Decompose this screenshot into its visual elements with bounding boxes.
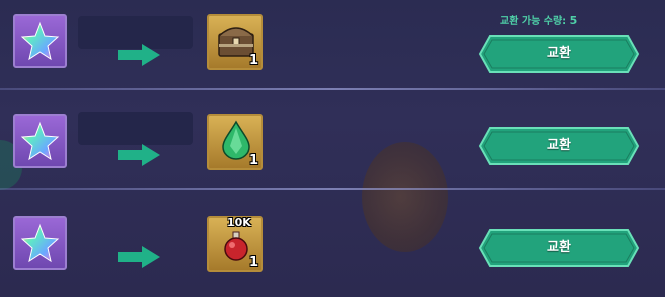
exchange-button[interactable]: 교환 <box>478 126 640 166</box>
exchange-button-label: 교환 <box>547 138 571 153</box>
exchange-button[interactable]: 교환 <box>478 34 640 74</box>
reward-item-slot: 1 <box>207 14 263 70</box>
exchange-button-label: 교환 <box>547 46 571 61</box>
cost-item-slot <box>13 216 67 270</box>
reward-quantity: 1 <box>248 255 258 270</box>
reward-quantity: 1 <box>248 53 258 68</box>
cost-item-slot <box>13 14 67 68</box>
arrow-right-icon <box>118 144 160 166</box>
reward-item-slot: 10K 1 <box>207 216 263 272</box>
row-divider <box>0 188 665 190</box>
rainbow-star-icon <box>20 223 60 263</box>
arrow-right-icon <box>118 44 160 66</box>
item-name-box <box>78 112 193 145</box>
rainbow-star-icon <box>20 121 60 161</box>
exchange-button-label: 교환 <box>547 240 571 255</box>
reward-quantity: 1 <box>248 153 258 168</box>
exchange-row: 10K 1 교환 <box>0 196 665 282</box>
exchange-button[interactable]: 교환 <box>478 228 640 268</box>
exchange-row: 1 교환 <box>0 96 665 182</box>
arrow-right-icon <box>118 246 160 268</box>
cost-item-slot <box>13 114 67 168</box>
exchange-row: 1 교환 <box>0 0 665 86</box>
row-divider <box>0 88 665 90</box>
rainbow-star-icon <box>20 21 60 61</box>
reward-item-slot: 1 <box>207 114 263 170</box>
